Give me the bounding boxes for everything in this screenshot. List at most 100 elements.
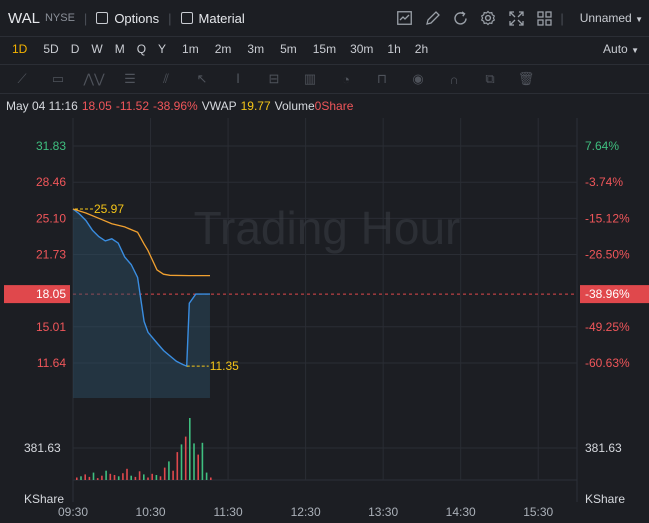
volume-bar bbox=[84, 474, 86, 480]
tf-3m[interactable]: 3m bbox=[247, 42, 264, 56]
divider: | bbox=[83, 10, 88, 26]
volume-bar bbox=[76, 477, 78, 480]
high-label: 25.97 bbox=[94, 202, 124, 216]
options-button[interactable]: Options bbox=[96, 11, 159, 26]
tf-30m[interactable]: 30m bbox=[350, 42, 373, 56]
vwap-value: 19.77 bbox=[240, 99, 271, 113]
volume-bar bbox=[159, 476, 162, 480]
timeframe-bar: 1D 5D D W M Q Y 1m 2m 3m 5m 15m 30m 1h 2… bbox=[0, 36, 649, 61]
price-chart[interactable]: Trading Hour 25.97 11.35 09:30 10:30 11:30 1… bbox=[0, 118, 649, 523]
volume-bar bbox=[101, 475, 103, 480]
x-tick-label: 13:30 bbox=[368, 505, 398, 519]
rectangle-tool-icon[interactable]: ▭ bbox=[44, 69, 72, 89]
current-price-label-left: 18.05 bbox=[36, 287, 66, 301]
tf-1d[interactable]: 1D bbox=[12, 42, 27, 56]
quote-info-bar: May 04 11:16 18.05 -11.52 -38.96% VWAP 1… bbox=[0, 96, 649, 116]
volume-bar bbox=[151, 473, 153, 480]
indicator-tool-icon[interactable]: ▥ bbox=[296, 69, 324, 89]
caret-down-icon: ▼ bbox=[631, 45, 639, 55]
x-tick-label: 09:30 bbox=[58, 505, 88, 519]
gear-icon[interactable] bbox=[480, 10, 496, 26]
wave-tool-icon[interactable]: ⋀⋁ bbox=[80, 69, 108, 89]
tf-5d[interactable]: 5D bbox=[43, 42, 58, 56]
tf-q[interactable]: Q bbox=[137, 42, 146, 56]
quote-price: 18.05 bbox=[81, 99, 112, 113]
tf-y[interactable]: Y bbox=[158, 42, 166, 56]
draw-icon[interactable] bbox=[424, 10, 440, 26]
layout-name-label: Unnamed bbox=[579, 11, 632, 25]
copy-tool-icon[interactable]: ⧉ bbox=[476, 69, 504, 89]
x-tick-label: 15:30 bbox=[523, 505, 553, 519]
volume-bar bbox=[122, 473, 124, 480]
y-tick-label-right: -60.63% bbox=[585, 356, 630, 370]
divider: | bbox=[560, 10, 564, 26]
volume-bar bbox=[184, 436, 187, 480]
tf-m[interactable]: M bbox=[115, 42, 125, 56]
tf-d[interactable]: D bbox=[71, 42, 80, 56]
lock-tool-icon[interactable]: ⊓ bbox=[368, 69, 396, 89]
exchange-label: NYSE bbox=[44, 12, 75, 24]
tf-2m[interactable]: 2m bbox=[215, 42, 232, 56]
volume-bar bbox=[189, 418, 191, 480]
volume-bar bbox=[130, 475, 132, 480]
volume-bar bbox=[210, 477, 212, 480]
volume-bar bbox=[147, 477, 149, 480]
chart-watermark: Trading Hour bbox=[194, 202, 461, 254]
y-tick-label-left: 11.64 bbox=[37, 356, 66, 370]
line-tool-icon[interactable]: ⟋ bbox=[8, 69, 36, 89]
volume-bar bbox=[117, 476, 120, 480]
volume-bar bbox=[138, 471, 141, 480]
tf-1h[interactable]: 1h bbox=[387, 42, 400, 56]
y-volume-unit-left: KShare bbox=[24, 492, 64, 506]
magnet-tool-icon[interactable]: ◔ bbox=[332, 69, 360, 89]
x-tick-label: 10:30 bbox=[136, 505, 166, 519]
symbol-label[interactable]: WAL bbox=[8, 10, 40, 27]
volume-bar bbox=[168, 461, 170, 480]
material-label: Material bbox=[198, 10, 245, 26]
fullscreen-icon[interactable] bbox=[508, 10, 524, 26]
tf-2h[interactable]: 2h bbox=[415, 42, 428, 56]
options-label: Options bbox=[114, 10, 160, 26]
fib-tool-icon[interactable]: ☰ bbox=[116, 69, 144, 89]
y-tick-label-right: -3.74% bbox=[585, 175, 623, 189]
caret-down-icon: ▼ bbox=[635, 15, 643, 24]
volume-bar bbox=[105, 470, 107, 480]
volume-bar bbox=[143, 474, 145, 480]
top-bar: WAL NYSE | Options | Material | Unnamed … bbox=[0, 0, 649, 37]
divider: | bbox=[168, 10, 172, 26]
current-price-label-right: -38.96% bbox=[585, 287, 630, 301]
eye-tool-icon[interactable]: ◉ bbox=[404, 69, 432, 89]
refresh-icon[interactable] bbox=[452, 10, 468, 26]
x-tick-label: 11:30 bbox=[214, 505, 243, 519]
trash-icon[interactable]: 🗑 bbox=[512, 69, 540, 89]
tf-5m[interactable]: 5m bbox=[280, 42, 297, 56]
measure-tool-icon[interactable]: ⊟ bbox=[260, 69, 288, 89]
y-volume-tick-left: 381.63 bbox=[24, 441, 61, 455]
text-tool-icon[interactable]: Ⅰ bbox=[224, 69, 252, 89]
quote-change: -11.52 bbox=[115, 99, 149, 113]
tf-15m[interactable]: 15m bbox=[313, 42, 336, 56]
auto-dropdown[interactable]: Auto ▼ bbox=[603, 42, 639, 56]
tf-1m[interactable]: 1m bbox=[182, 42, 199, 56]
header-icon-group: | Unnamed ▼ bbox=[396, 0, 643, 36]
chart-grid bbox=[72, 118, 578, 502]
layout-name-dropdown[interactable]: Unnamed ▼ bbox=[580, 11, 643, 25]
x-tick-label: 14:30 bbox=[446, 505, 476, 519]
arrow-tool-icon[interactable]: ↖ bbox=[188, 69, 216, 89]
auto-label: Auto bbox=[603, 41, 628, 56]
volume-bar bbox=[80, 476, 82, 480]
volume-bar bbox=[92, 472, 95, 480]
volume-bar bbox=[134, 476, 137, 480]
grid-layout-icon[interactable] bbox=[536, 10, 552, 26]
material-button[interactable]: Material bbox=[180, 10, 245, 26]
tf-w[interactable]: W bbox=[91, 42, 102, 56]
link-tool-icon[interactable]: ∩ bbox=[440, 69, 468, 89]
channel-tool-icon[interactable]: ⫽ bbox=[152, 69, 180, 89]
y-tick-label-left: 21.73 bbox=[36, 248, 66, 262]
chart-settings-icon[interactable] bbox=[396, 10, 412, 26]
drawing-toolbar: ⟋ ▭ ⋀⋁ ☰ ⫽ ↖ Ⅰ ⊟ ▥ ◔ ⊓ ◉ ∩ ⧉ 🗑 bbox=[0, 64, 649, 94]
y-tick-label-left: 25.10 bbox=[36, 211, 66, 225]
y-tick-label-left: 15.01 bbox=[36, 320, 66, 334]
volume-bar bbox=[197, 454, 199, 480]
y-tick-label-right: -15.12% bbox=[585, 211, 630, 225]
